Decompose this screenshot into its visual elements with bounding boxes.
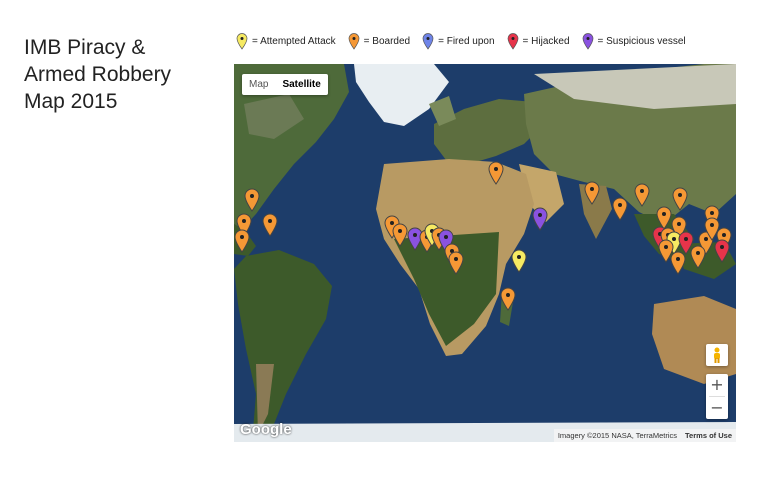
legend-label: = Attempted Attack <box>252 35 336 47</box>
pegman-icon <box>714 347 720 363</box>
legend-label: = Boarded <box>363 35 411 47</box>
legend-item-attempted-attack: = Attempted Attack <box>236 32 336 50</box>
title-line-2: Armed Robbery <box>24 63 172 86</box>
legend-item-suspicious-vessel: = Suspicious vessel <box>582 32 686 50</box>
title-line-3: Map 2015 <box>24 90 118 113</box>
zoom-control: + − <box>706 374 728 419</box>
legend-label: = Fired upon <box>438 35 495 47</box>
map-type-map-button[interactable]: Map <box>242 74 275 95</box>
yellow-marker-icon <box>236 32 248 50</box>
terms-of-use-link[interactable]: Terms of Use <box>681 429 736 442</box>
legend-label: = Hijacked <box>522 35 570 47</box>
map-imagery[interactable] <box>234 64 736 442</box>
purple-marker-icon <box>582 32 593 50</box>
orange-marker-icon <box>348 32 360 50</box>
legend-label: = Suspicious vessel <box>597 35 686 47</box>
title-line-1: IMB Piracy & <box>24 36 146 59</box>
map-attribution: Imagery ©2015 NASA, TerraMetrics Terms o… <box>553 429 736 442</box>
imagery-credit: Imagery ©2015 NASA, TerraMetrics <box>553 429 682 442</box>
legend-item-hijacked: = Hijacked <box>507 32 570 50</box>
red-marker-icon <box>507 32 518 50</box>
zoom-in-button[interactable]: + <box>706 374 728 396</box>
legend-item-boarded: = Boarded <box>348 32 411 50</box>
map-type-control: Map Satellite <box>242 74 328 95</box>
blue-marker-icon <box>422 32 434 50</box>
map-legend: = Attempted Attack = Boarded = Fired upo… <box>236 30 698 52</box>
map-type-satellite-button[interactable]: Satellite <box>275 74 327 95</box>
satellite-map[interactable]: Map Satellite + − Google Imagery ©2015 N… <box>234 64 736 442</box>
zoom-out-button[interactable]: − <box>706 397 728 419</box>
google-logo[interactable]: Google <box>240 421 292 438</box>
page-title: IMB Piracy & Armed Robbery Map 2015 <box>24 34 204 115</box>
legend-item-fired-upon: = Fired upon <box>422 32 495 50</box>
street-view-pegman-button[interactable] <box>706 344 728 366</box>
